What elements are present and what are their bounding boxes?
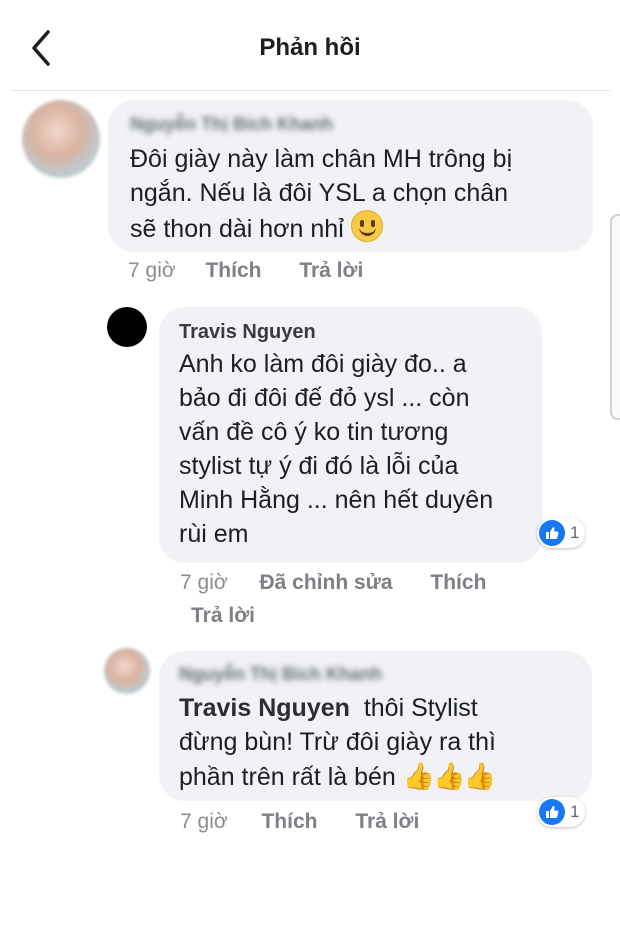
reaction-count: 1 bbox=[570, 802, 580, 821]
comment-line-text: phần trên rất là bén bbox=[179, 763, 396, 791]
comment-meta: 7 giờ Thích Trả lời bbox=[180, 810, 419, 834]
timestamp: 7 giờ bbox=[180, 810, 228, 833]
comment-line: bảo đi đôi đế đỏ ysl ... còn bbox=[179, 384, 470, 412]
smiley-emoji-icon bbox=[350, 210, 383, 242]
comment-meta: Trả lời bbox=[191, 604, 255, 628]
scrollbar[interactable] bbox=[610, 214, 620, 420]
like-thumb-icon bbox=[539, 520, 565, 546]
comment-line: Anh ko làm đôi giày đo.. a bbox=[179, 350, 467, 378]
reply-button[interactable]: Trả lời bbox=[299, 259, 363, 282]
avatar[interactable] bbox=[107, 307, 147, 347]
comment-line: stylist tự ý đi đó là lỗi của bbox=[179, 452, 459, 480]
comment-bubble: Nguyễn Thị Bích Khanh Travis Nguyen thôi… bbox=[159, 651, 592, 801]
comment-text: Anh ko làm đôi giày đo.. a bảo đi đôi đế… bbox=[179, 347, 493, 551]
comment-line-text: thôi Stylist bbox=[363, 694, 478, 722]
timestamp: 7 giờ bbox=[180, 571, 228, 594]
comment-meta: 7 giờ Đã chỉnh sửa Thích bbox=[180, 571, 486, 595]
comment-text: Travis Nguyen thôi Stylist đừng bùn! Trừ… bbox=[179, 691, 496, 794]
comment-author[interactable]: Travis Nguyen bbox=[179, 321, 316, 344]
header: Phản hồi bbox=[0, 0, 620, 92]
like-button[interactable]: Thích bbox=[205, 259, 261, 282]
avatar[interactable] bbox=[104, 648, 150, 694]
comment-line-text: sẽ thon dài hơn nhỉ bbox=[130, 215, 344, 243]
edited-label[interactable]: Đã chỉnh sửa bbox=[259, 571, 392, 594]
comment-text: Đôi giày này làm chân MH trông bị ngắn. … bbox=[130, 142, 512, 246]
reaction-badge[interactable]: 1 bbox=[537, 797, 586, 827]
comment-author[interactable]: Nguyễn Thị Bích Khanh bbox=[130, 114, 333, 135]
comment-bubble: Travis Nguyen Anh ko làm đôi giày đo.. a… bbox=[159, 307, 542, 563]
reaction-badge[interactable]: 1 bbox=[537, 518, 586, 548]
header-divider bbox=[10, 90, 610, 91]
comment-line: Travis Nguyen thôi Stylist bbox=[179, 691, 496, 725]
like-button[interactable]: Thích bbox=[261, 810, 317, 833]
reaction-count: 1 bbox=[570, 523, 580, 542]
comment-line: đừng bùn! Trừ đôi giày ra thì bbox=[179, 728, 496, 756]
comment-line: phần trên rất là bén 👍👍👍 bbox=[179, 759, 496, 794]
like-button[interactable]: Thích bbox=[430, 571, 486, 594]
page-title: Phản hồi bbox=[259, 34, 361, 61]
avatar[interactable] bbox=[22, 100, 100, 178]
comment-line: rùi em bbox=[179, 520, 249, 548]
comment-author[interactable]: Nguyễn Thị Bích Khanh bbox=[179, 664, 382, 685]
like-thumb-icon bbox=[539, 799, 565, 825]
comment-line: sẽ thon dài hơn nhỉ bbox=[130, 210, 512, 246]
thumbs-up-emoji-icon: 👍👍👍 bbox=[402, 761, 496, 791]
comment-meta: 7 giờ Thích Trả lời bbox=[128, 259, 363, 283]
timestamp: 7 giờ bbox=[128, 259, 176, 282]
comment-line: Đôi giày này làm chân MH trông bị bbox=[130, 145, 513, 173]
comment-line: ngắn. Nếu là đôi YSL a chọn chân bbox=[130, 179, 509, 207]
comment-line: vấn đề cô ý ko tin tương bbox=[179, 418, 449, 446]
comment-bubble: Nguyễn Thị Bích Khanh Đôi giày này làm c… bbox=[108, 100, 593, 252]
reply-button[interactable]: Trả lời bbox=[191, 604, 255, 627]
reply-button[interactable]: Trả lời bbox=[355, 810, 419, 833]
mention-link[interactable]: Travis Nguyen bbox=[179, 694, 350, 722]
comment-line: Minh Hằng ... nên hết duyên bbox=[179, 486, 494, 514]
